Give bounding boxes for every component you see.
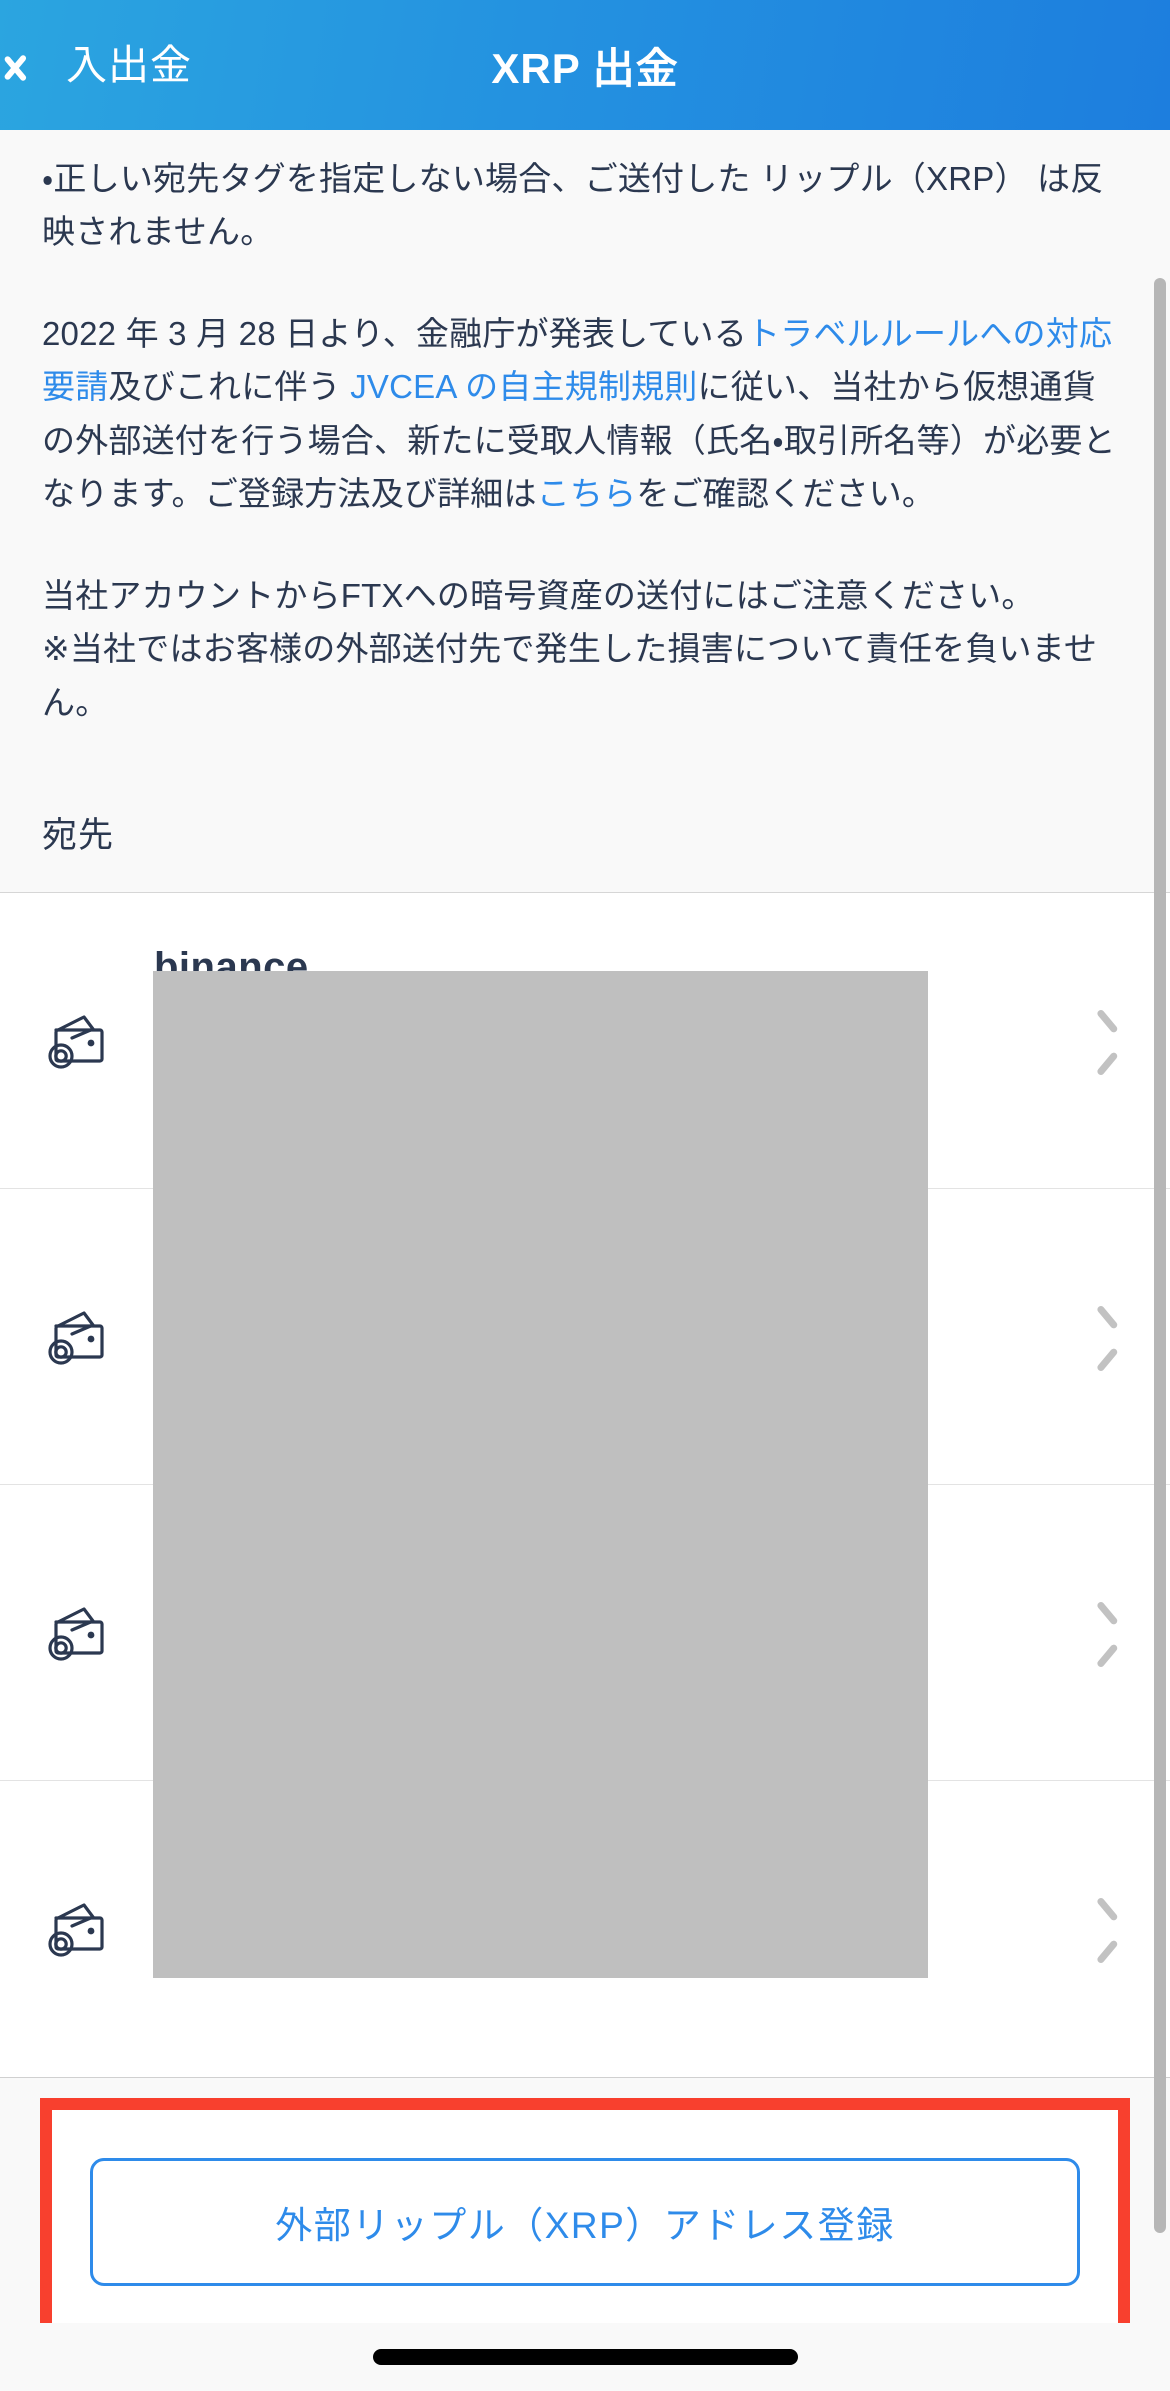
chevron-right-icon[interactable] — [1098, 1908, 1120, 1950]
wallet-icon — [48, 1602, 114, 1664]
notice-p2-text-1: 2022 年 3 月 28 日より、金融庁が発表している — [42, 314, 747, 352]
notice-p2-text-4: をご確認ください。 — [636, 475, 936, 513]
notice-p2-text-2: 及びこれに伴う — [108, 368, 351, 406]
footer-area: 外部リップル（XRP）アドレス登録 — [0, 2077, 1170, 2355]
jvcea-rule-link[interactable]: JVCEA の自主規制規則 — [350, 368, 697, 405]
notice-block: ・正しい宛先タグを指定しない場合、ご送付した リップル（XRP） は反映されませ… — [0, 130, 1170, 730]
home-indicator-area — [0, 2323, 1170, 2391]
chevron-right-icon[interactable] — [1098, 1020, 1120, 1062]
notice-paragraph-2: 2022 年 3 月 28 日より、金融庁が発表しているトラベルルールへの対応要… — [42, 307, 1128, 521]
details-here-link[interactable]: こちら — [537, 475, 637, 512]
scrollbar-track — [1154, 130, 1166, 2315]
wallet-icon — [48, 1306, 114, 1368]
home-indicator[interactable] — [372, 2349, 798, 2365]
notice-paragraph-3: 当社アカウントからFTXへの暗号資産の送付にはご注意ください。 ※当社ではお客様… — [42, 569, 1128, 729]
chevron-right-icon[interactable] — [1098, 1316, 1120, 1358]
chevron-left-icon — [22, 41, 48, 89]
notice-p3-line-2: ※当社ではお客様の外部送付先で発生した損害について責任を負いません。 — [42, 630, 1098, 721]
navigation-bar: 入出金 XRP 出金 — [0, 0, 1170, 130]
notice-paragraph-1: ・正しい宛先タグを指定しない場合、ご送付した リップル（XRP） は反映されませ… — [42, 160, 1104, 251]
redaction-overlay — [153, 971, 928, 1978]
highlight-annotation-box: 外部リップル（XRP）アドレス登録 — [40, 2098, 1130, 2355]
destination-section-label: 宛先 — [0, 729, 1170, 893]
wallet-icon — [48, 1010, 114, 1072]
app-root: 入出金 XRP 出金 ・正しい宛先タグを指定しない場合、ご送付した リップル（X… — [0, 0, 1170, 2391]
register-external-xrp-address-button[interactable]: 外部リップル（XRP）アドレス登録 — [90, 2158, 1080, 2287]
back-button-label: 入出金 — [66, 41, 192, 88]
chevron-right-icon[interactable] — [1098, 1612, 1120, 1654]
wallet-icon — [48, 1898, 114, 1960]
back-button[interactable]: 入出金 — [0, 0, 192, 130]
scrollbar-thumb[interactable] — [1154, 278, 1166, 2233]
notice-p3-line-1: 当社アカウントからFTXへの暗号資産の送付にはご注意ください。 — [42, 576, 1035, 614]
